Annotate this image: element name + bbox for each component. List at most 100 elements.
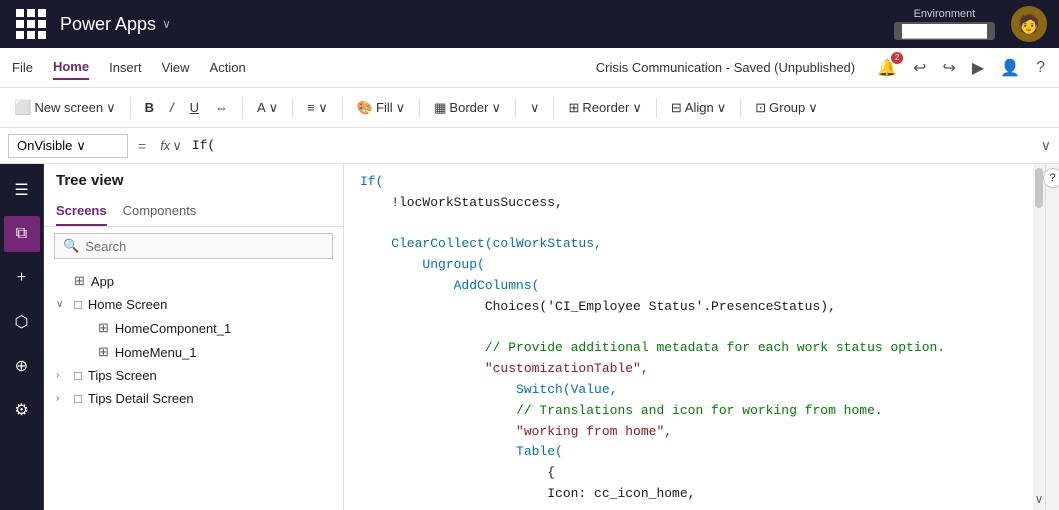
home-screen-chevron-icon: ∨: [56, 299, 68, 310]
shapes-icon[interactable]: ⬡: [4, 304, 40, 340]
menu-insert[interactable]: Insert: [109, 56, 142, 79]
doc-title: Crisis Communication - Saved (Unpublishe…: [596, 60, 855, 75]
align2-label: Align: [685, 100, 714, 115]
data-icon[interactable]: ⊕: [4, 348, 40, 384]
tree-item-home-menu[interactable]: ⊞ HomeMenu_1: [44, 340, 343, 364]
code-line-9: // Provide additional metadata for each …: [360, 338, 1017, 359]
menu-action[interactable]: Action: [210, 56, 246, 79]
scroll-thumb[interactable]: [1035, 168, 1043, 208]
main-content: ☰ ⧉ + ⬡ ⊕ ⚙ Tree view Screens Components: [0, 164, 1059, 510]
environment-section: Environment ██████████: [894, 8, 995, 40]
formula-equals: =: [134, 138, 150, 154]
code-line-15: {: [360, 463, 1017, 484]
home-menu-label: HomeMenu_1: [115, 345, 197, 360]
tips-screen-chevron-icon: ›: [56, 370, 68, 381]
help-button[interactable]: ?: [1034, 57, 1047, 79]
home-component-icon: ⊞: [98, 320, 109, 336]
app-title-chevron-icon[interactable]: ∨: [162, 17, 171, 31]
search-icon: 🔍: [63, 238, 79, 254]
play-button[interactable]: ▶: [970, 56, 986, 80]
tree-item-app[interactable]: ⊞ App: [44, 269, 343, 293]
code-line-4: ClearCollect(colWorkStatus,: [360, 234, 1017, 255]
search-input[interactable]: [85, 239, 324, 254]
align-button[interactable]: ≡ ∨: [301, 96, 334, 120]
fill-icon: 🎨: [357, 100, 373, 116]
formula-selector-chevron-icon: ∨: [76, 138, 86, 154]
vertical-scrollbar[interactable]: ∨: [1033, 164, 1045, 510]
code-line-16: Icon: cc_icon_home,: [360, 484, 1017, 505]
toolbar-separator-7: [553, 98, 554, 118]
toolbar-icons: 🔔2 ↩ ↪ ▶ 👤 ?: [875, 56, 1047, 80]
app-title-text: Power Apps: [60, 14, 156, 35]
code-wrapper: If( !locWorkStatusSuccess, ClearCollect(…: [344, 164, 1045, 510]
italic-button[interactable]: /: [164, 96, 180, 119]
formula-input[interactable]: If(: [192, 138, 1035, 153]
right-help-button[interactable]: ?: [1043, 168, 1059, 188]
undo-button[interactable]: ↩: [911, 56, 928, 80]
new-screen-button[interactable]: ⬜ New screen ∨: [8, 95, 122, 120]
code-line-5: Ungroup(: [360, 255, 1017, 276]
new-screen-chevron-icon: ∨: [106, 100, 116, 116]
app-title: Power Apps ∨: [60, 14, 171, 35]
formula-expand-icon[interactable]: ∨: [1041, 137, 1051, 154]
home-screen-icon: □: [74, 297, 82, 312]
toolbar-separator-1: [130, 98, 131, 118]
italic-icon: /: [170, 100, 174, 115]
sidebar-header: Tree view: [44, 164, 343, 197]
align2-button[interactable]: ⊟ Align ∨: [665, 96, 732, 120]
group-label: Group: [769, 100, 805, 115]
tab-components[interactable]: Components: [123, 197, 197, 226]
settings-icon[interactable]: ⚙: [4, 392, 40, 428]
right-panel: ?: [1045, 164, 1059, 510]
top-bar: Power Apps ∨ Environment ██████████ 🧑: [0, 0, 1059, 48]
reorder-button[interactable]: ⊞ Reorder ∨: [562, 96, 647, 120]
menu-file[interactable]: File: [12, 56, 33, 79]
scroll-down-icon[interactable]: ∨: [1035, 492, 1044, 506]
notif-badge: 2: [891, 52, 903, 64]
sidebar-search: 🔍: [44, 227, 343, 265]
toolbar-separator-5: [419, 98, 420, 118]
code-line-2: !locWorkStatusSuccess,: [360, 193, 1017, 214]
toolbar-separator-9: [740, 98, 741, 118]
layers-icon[interactable]: ⧉: [4, 216, 40, 252]
add-icon[interactable]: +: [4, 260, 40, 296]
code-content[interactable]: If( !locWorkStatusSuccess, ClearCollect(…: [344, 164, 1033, 510]
text-spacing-button[interactable]: ⇔: [209, 96, 234, 119]
sidebar-content: ⊞ App ∨ □ Home Screen ⊞ HomeComponent_1: [44, 265, 343, 510]
underline-button[interactable]: U: [184, 96, 205, 119]
fill-button[interactable]: 🎨 Fill ∨: [351, 96, 411, 120]
tips-detail-icon: □: [74, 391, 82, 406]
tree-item-tips-detail[interactable]: › □ Tips Detail Screen: [44, 387, 343, 410]
toolbar-separator-2: [242, 98, 243, 118]
menu-home[interactable]: Home: [53, 55, 89, 80]
font-button[interactable]: A ∨: [251, 96, 284, 120]
code-line-13: "working from home",: [360, 422, 1017, 443]
home-component-label: HomeComponent_1: [115, 321, 231, 336]
env-value[interactable]: ██████████: [894, 22, 995, 40]
border-button[interactable]: ▦ Border ∨: [428, 96, 507, 120]
bold-button[interactable]: B: [139, 96, 160, 119]
menu-view[interactable]: View: [162, 56, 190, 79]
user-button[interactable]: 👤: [998, 56, 1022, 80]
toolbar-separator-8: [656, 98, 657, 118]
toolbar-separator-6: [515, 98, 516, 118]
waffle-button[interactable]: [12, 5, 50, 43]
hamburger-icon[interactable]: ☰: [4, 172, 40, 208]
formula-fx-label: fx ∨: [156, 138, 186, 154]
tips-screen-label: Tips Screen: [88, 368, 157, 383]
tree-item-home-screen[interactable]: ∨ □ Home Screen: [44, 293, 343, 316]
fill-label: Fill: [376, 100, 393, 115]
code-line-11: Switch(Value,: [360, 380, 1017, 401]
tree-item-home-component[interactable]: ⊞ HomeComponent_1: [44, 316, 343, 340]
code-line-8: [360, 318, 1017, 339]
notification-button[interactable]: 🔔2: [875, 56, 899, 80]
redo-button[interactable]: ↪: [940, 56, 957, 80]
env-label: Environment: [894, 8, 995, 20]
tree-item-tips-screen[interactable]: › □ Tips Screen: [44, 364, 343, 387]
group-button[interactable]: ⊡ Group ∨: [749, 96, 824, 120]
chevron-dropdown-button[interactable]: ∨: [524, 96, 546, 120]
formula-selector-dropdown[interactable]: OnVisible ∨: [8, 134, 128, 158]
sidebar-icons: ☰ ⧉ + ⬡ ⊕ ⚙: [0, 164, 44, 510]
tab-screens[interactable]: Screens: [56, 197, 107, 226]
avatar[interactable]: 🧑: [1011, 6, 1047, 42]
